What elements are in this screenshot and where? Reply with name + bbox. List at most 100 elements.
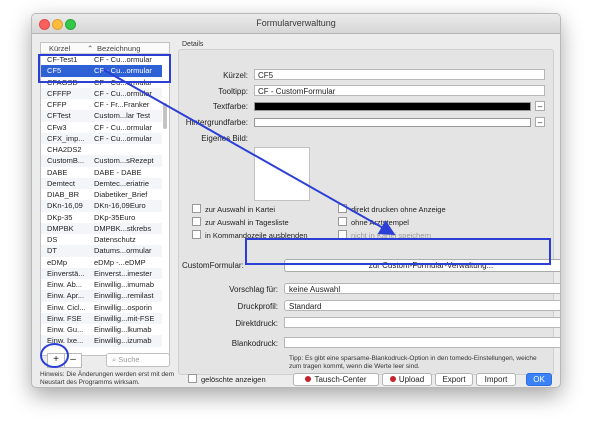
list-item[interactable]: Demtect Demtec...eriatrie <box>41 177 162 189</box>
list-item-bezeichnung: Einwillig...imumab <box>94 280 155 289</box>
list-item-bezeichnung: Einverst...imester <box>94 268 152 278</box>
checkbox-arztstempel[interactable]: ohne Arztstempel <box>338 217 409 227</box>
hintergrund-label: Hintergrundfarbe: <box>185 118 248 127</box>
list-item[interactable]: Einw. FSE Einwillig...mit-FSE <box>41 312 162 324</box>
text-color-well[interactable] <box>254 102 531 111</box>
list-item[interactable]: DS Datenschutz <box>41 234 162 245</box>
list-item-bezeichnung: DKn-16,09Euro <box>94 201 146 211</box>
druckprofil-select[interactable]: Standard⇕ <box>284 300 560 311</box>
list-item[interactable]: CFX_imp... CF - Cu...ormular <box>41 132 162 144</box>
highlight-add-button <box>40 343 69 368</box>
list-item-bezeichnung: CF - Cu...ormular <box>94 133 152 143</box>
list-item-kuerzel: CFTest <box>47 111 71 121</box>
list-item[interactable]: CFFP CF - Fr...Franker <box>41 99 162 110</box>
list-item[interactable]: DKp-35 DKp-35Euro <box>41 212 162 223</box>
search-input[interactable]: ⌕ Suche <box>106 353 170 367</box>
list-item-kuerzel: DKp-35 <box>47 212 73 222</box>
list-item-bezeichnung: DKp-35Euro <box>94 212 136 222</box>
direktdruck-field[interactable] <box>284 317 560 328</box>
list-item-kuerzel: DABE <box>47 167 68 177</box>
list-item-kuerzel: CHA2DS2 <box>47 145 82 154</box>
list-item-bezeichnung: Einwillig...osporin <box>94 302 152 312</box>
list-item-kuerzel: CustomB... <box>47 156 85 166</box>
list-item[interactable]: CFTest Custom...lar Test <box>41 110 162 122</box>
list-item-kuerzel: CFFFP <box>47 88 72 98</box>
list-item-kuerzel: CFX_imp... <box>47 133 85 143</box>
list-item[interactable]: DT Datums...ormular <box>41 245 162 257</box>
list-item[interactable]: DMPBK DMPBK...stkrebs <box>41 222 162 234</box>
vorschlag-select[interactable]: keine Auswahl⇕ <box>284 283 560 294</box>
tipp-text: Tipp: Es gibt eine sparsame-Blankodruck-… <box>289 355 537 370</box>
list-item[interactable]: Einw. Apr... Einwillig...remilast <box>41 290 162 302</box>
list-item[interactable]: CustomB... Custom...sRezept <box>41 155 162 167</box>
list-item-bezeichnung: DMPBK...stkrebs <box>94 223 152 233</box>
image-well[interactable] <box>254 147 310 201</box>
checkbox-geloeschte-anzeigen[interactable]: gelöschte anzeigen <box>188 374 266 384</box>
list-item[interactable]: Einw. Ab... Einwillig...imumab <box>41 279 162 290</box>
list-item-bezeichnung: DABE - DABE <box>94 167 142 177</box>
restart-hint: Hinweis: Die Änderungen werden erst mit … <box>40 371 175 386</box>
title-bar: Formularverwaltung <box>32 14 560 34</box>
list-item[interactable]: CHA2DS2 <box>41 144 162 155</box>
list-item-bezeichnung: Datenschutz <box>94 235 136 244</box>
tausch-center-button[interactable]: Tausch-Center <box>293 373 379 386</box>
form-list[interactable]: Kürzel ⌃ Bezeichnung CF-Test1 CF - Cu...o… <box>40 42 170 356</box>
kuerzel-label: Kürzel: <box>223 71 248 80</box>
background-color-well[interactable] <box>254 118 531 127</box>
search-icon: ⌕ <box>112 355 117 364</box>
column-header-kuerzel[interactable]: Kürzel <box>49 44 70 53</box>
list-item-kuerzel: Einverstä... <box>47 268 85 278</box>
bild-label: Eigenes Bild: <box>201 134 248 143</box>
list-item-kuerzel: DMPBK <box>47 223 74 233</box>
direktdruck-label: Direktdruck: <box>235 319 278 328</box>
list-header: Kürzel ⌃ Bezeichnung <box>41 43 169 54</box>
list-rows: CF-Test1 CF - Cu...ormular CF5 CF - Cu...or… <box>41 54 162 347</box>
list-item[interactable]: CFw3 CF - Cu...ormular <box>41 122 162 133</box>
list-item-bezeichnung: CF - Cu...ormular <box>94 88 152 98</box>
list-item-kuerzel: Einw. FSE <box>47 313 82 323</box>
export-button[interactable]: Export <box>435 373 473 386</box>
text-color-clear-button[interactable]: – <box>535 101 545 111</box>
column-header-bezeichnung[interactable]: Bezeichnung <box>97 44 140 53</box>
list-item-bezeichnung: Einwillig...mit-FSE <box>94 313 155 323</box>
ok-button[interactable]: OK <box>526 373 552 386</box>
tomedo-icon <box>389 376 396 382</box>
blankodruck-label: Blankodruck: <box>231 339 278 348</box>
list-item-bezeichnung: Einwillig...lkumab <box>94 325 152 334</box>
list-item[interactable]: Einw. Cicl... Einwillig...osporin <box>41 302 162 313</box>
checkbox-tagesliste[interactable]: zur Auswahl in Tagesliste <box>192 217 289 227</box>
list-item-kuerzel: CFFP <box>47 100 67 109</box>
tooltip-field[interactable]: CF - CustomFormular <box>254 85 545 96</box>
list-item[interactable]: DABE DABE - DABE <box>41 167 162 178</box>
import-button[interactable]: Import <box>476 373 516 386</box>
list-item[interactable]: DIAB_BR Diabetiker_Brief <box>41 189 162 200</box>
list-item[interactable]: CFFFP CF - Cu...ormular <box>41 87 162 99</box>
background-color-clear-button[interactable]: – <box>535 117 545 127</box>
list-scrollbar[interactable] <box>163 103 167 129</box>
upload-button[interactable]: Upload <box>382 373 432 386</box>
list-item-kuerzel: DKn-16,09 <box>47 201 83 211</box>
checkbox-kartei[interactable]: zur Auswahl in Kartei <box>192 204 275 214</box>
list-item-bezeichnung: eDMp -...eDMP <box>94 257 146 267</box>
textfarbe-label: Textfarbe: <box>212 102 248 111</box>
list-item-kuerzel: DS <box>47 235 58 244</box>
list-item[interactable]: DKn-16,09 DKn-16,09Euro <box>41 200 162 212</box>
list-item[interactable]: eDMp eDMp -...eDMP <box>41 257 162 268</box>
sort-ascending-icon: ⌃ <box>87 44 94 53</box>
list-item-bezeichnung: CF - Fr...Franker <box>94 100 150 109</box>
tooltip-label: Tooltipp: <box>218 87 248 96</box>
list-item-kuerzel: Einw. Gu... <box>47 325 84 334</box>
list-item-kuerzel: DIAB_BR <box>47 190 80 199</box>
details-label: Details <box>182 41 204 48</box>
checkbox-direkt-drucken[interactable]: direkt drucken ohne Anzeige <box>338 204 446 214</box>
list-item-kuerzel: Demtect <box>47 178 75 188</box>
highlight-custom-formular-button <box>245 238 551 265</box>
vorschlag-label: Vorschlag für: <box>229 285 278 294</box>
list-item[interactable]: Einverstä... Einverst...imester <box>41 267 162 279</box>
blankodruck-field[interactable] <box>284 337 560 348</box>
list-item-kuerzel: CFw3 <box>47 122 67 132</box>
kuerzel-field[interactable]: CF5 <box>254 69 545 80</box>
list-item-kuerzel: Einw. Ab... <box>47 280 83 289</box>
list-item-bezeichnung: Diabetiker_Brief <box>94 190 148 199</box>
list-item[interactable]: Einw. Gu... Einwillig...lkumab <box>41 324 162 335</box>
